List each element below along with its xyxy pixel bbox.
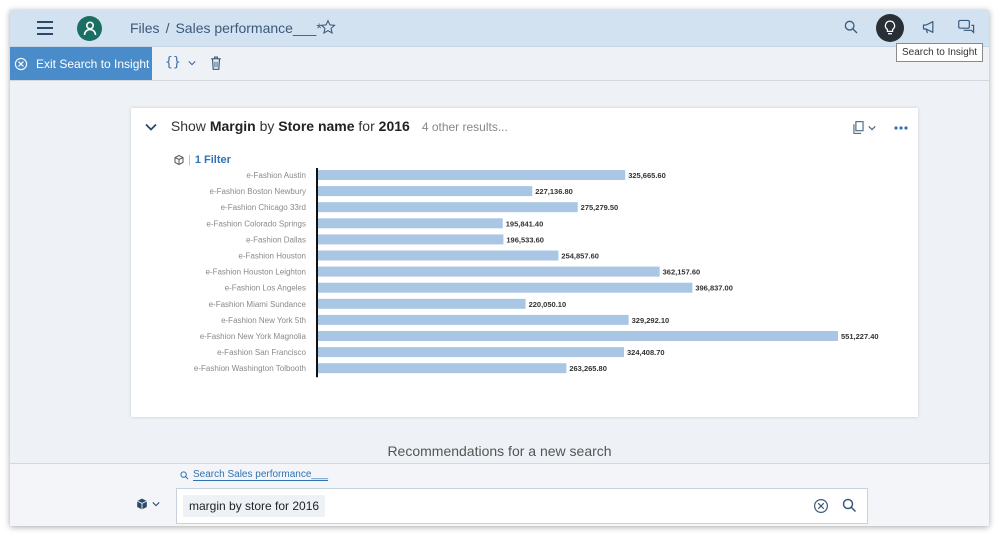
category-label: e-Fashion Washington Tolbooth (194, 364, 306, 373)
category-label: e-Fashion Houston (238, 252, 306, 261)
chart-bar[interactable] (318, 347, 625, 358)
model-cube-icon (136, 498, 148, 510)
chart-bar[interactable] (318, 218, 503, 229)
query-token[interactable]: margin by store for 2016 (183, 495, 326, 517)
clear-icon[interactable] (813, 498, 829, 514)
data-label: 196,533.60 (506, 235, 544, 244)
search-bar: Search Sales performance___ margin by st… (10, 463, 989, 526)
chart-bar[interactable] (318, 363, 567, 374)
data-label: 195,841.40 (506, 219, 544, 228)
app-window: Files / Sales performance___* Search to In… (10, 10, 989, 526)
chart-bar[interactable] (318, 331, 838, 341)
breadcrumb: Files / Sales performance___* (130, 20, 322, 36)
lightbulb-icon (884, 20, 896, 35)
data-label: 551,227.40 (841, 332, 879, 341)
bar-chart: e-Fashion Austin 325,665.60 e-Fashion Bost… (194, 168, 879, 378)
category-label: e-Fashion Boston Newbury (210, 187, 307, 196)
megaphone-icon[interactable] (921, 19, 938, 35)
chart-bar[interactable] (318, 234, 504, 245)
search-model-link[interactable]: Search Sales performance___ (180, 469, 329, 481)
category-label: e-Fashion Miami Sundance (209, 300, 307, 309)
data-label: 263,265.80 (569, 364, 607, 373)
category-label: e-Fashion New York Magnolia (200, 332, 307, 341)
chart-bar[interactable] (318, 170, 626, 180)
search-input[interactable]: margin by store for 2016 (176, 488, 868, 524)
avatar[interactable] (77, 16, 102, 41)
search-icon (180, 470, 189, 479)
category-label: e-Fashion Dallas (246, 235, 306, 244)
category-label: e-Fashion Houston Leighton (205, 268, 306, 277)
data-label: 275,279.50 (581, 203, 619, 212)
category-label: e-Fashion Colorado Springs (206, 219, 306, 228)
data-label: 362,157.60 (663, 268, 701, 277)
model-picker[interactable] (136, 498, 160, 510)
chevron-down-icon (188, 61, 197, 66)
data-label: 227,136.80 (535, 187, 573, 196)
category-label: e-Fashion San Francisco (217, 348, 306, 357)
data-label: 220,050.10 (529, 300, 567, 309)
chart-bar[interactable] (318, 298, 526, 309)
tooltip: Search to Insight (896, 43, 984, 62)
toolbar: Exit Search to Insight {} (10, 47, 989, 81)
data-label: 325,665.60 (628, 171, 666, 180)
chevron-down-icon (152, 502, 160, 507)
close-circle-icon (14, 57, 28, 70)
search-to-insight-button[interactable] (876, 14, 904, 42)
category-label: e-Fashion New York 5th (221, 316, 306, 325)
chart-bar[interactable] (318, 202, 578, 213)
category-label: e-Fashion Los Angeles (225, 284, 306, 293)
menu-icon[interactable] (37, 21, 53, 35)
chart-bar[interactable] (318, 186, 533, 197)
category-label: e-Fashion Chicago 33rd (221, 203, 306, 212)
chart-bar[interactable] (318, 250, 559, 261)
document-title: Sales performance___* (175, 20, 322, 36)
chart-bar[interactable] (318, 266, 660, 277)
exit-search-to-insight-button[interactable]: Exit Search to Insight (10, 47, 152, 80)
search-model-label: Search Sales performance___ (193, 469, 329, 481)
star-icon[interactable] (320, 19, 336, 35)
search-icon[interactable] (843, 19, 859, 35)
insight-card: Show Margin by Store name for 2016 4 othe… (131, 108, 918, 417)
chat-icon[interactable] (957, 19, 976, 36)
breadcrumb-files[interactable]: Files (130, 20, 160, 36)
search-icon[interactable] (842, 498, 857, 513)
data-label: 254,857.60 (561, 252, 599, 261)
chart-bar[interactable] (318, 282, 693, 293)
exit-label: Exit Search to Insight (36, 56, 150, 71)
data-label: 329,292.10 (632, 316, 670, 325)
category-label: e-Fashion Austin (246, 171, 306, 180)
data-label: 324,408.70 (627, 348, 665, 357)
user-icon (83, 21, 96, 36)
shell-bar: Files / Sales performance___* (10, 10, 989, 47)
trash-icon[interactable] (209, 55, 223, 71)
breadcrumb-separator: / (165, 20, 170, 36)
recommendations-title: Recommendations for a new search (387, 443, 612, 459)
data-label: 396,837.00 (695, 284, 733, 293)
chart-bar[interactable] (318, 314, 629, 325)
braces-icon: {} (165, 55, 181, 70)
variables-button[interactable]: {} (165, 55, 197, 70)
